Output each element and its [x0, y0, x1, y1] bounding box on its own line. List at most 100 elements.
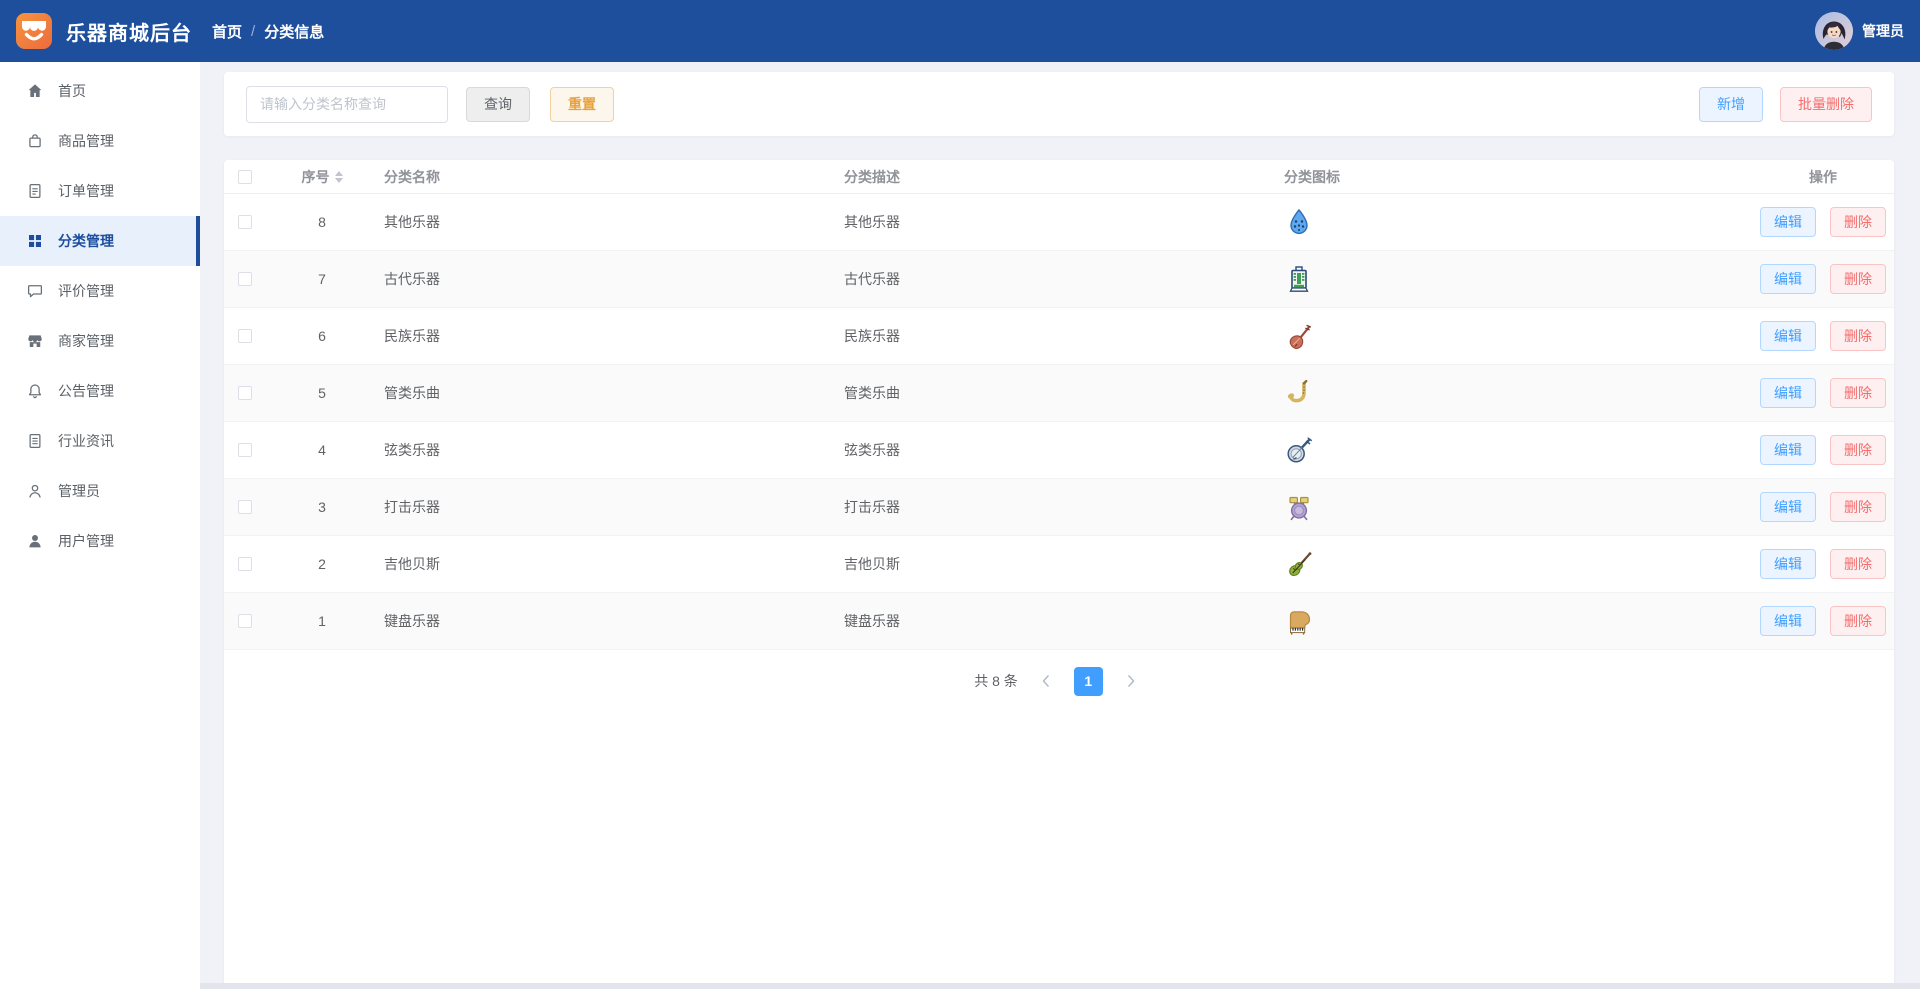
category-name: 其他乐器 [384, 214, 440, 230]
row-checkbox[interactable] [238, 443, 252, 457]
delete-button[interactable]: 删除 [1830, 492, 1886, 522]
sidebar-item-admin-person[interactable]: 管理员 [0, 466, 200, 516]
banjo-icon [1284, 435, 1314, 465]
row-checkbox[interactable] [238, 500, 252, 514]
next-page-icon[interactable] [1118, 668, 1144, 694]
user-menu[interactable]: 管理员 [1815, 12, 1920, 50]
sidebar-item-bell[interactable]: 公告管理 [0, 366, 200, 416]
sidebar-item-label: 分类管理 [58, 233, 114, 249]
category-name: 管类乐曲 [384, 385, 440, 401]
table-row: 6 民族乐器 民族乐器 编辑 删除 [224, 308, 1894, 365]
user-name: 管理员 [1862, 23, 1904, 39]
main-content: 查询 重置 新增 批量删除 序号 分类名称 分类描述 分类图标 操作 [200, 62, 1920, 989]
topbar: 乐器商城后台 首页 / 分类信息 管理员 [0, 0, 1920, 62]
query-button[interactable]: 查询 [466, 86, 530, 122]
ancient-instrument-icon [1284, 264, 1314, 294]
edit-button[interactable]: 编辑 [1760, 207, 1816, 237]
brand: 乐器商城后台 [0, 11, 200, 51]
sidebar-item-user-person[interactable]: 用户管理 [0, 516, 200, 566]
category-name: 弦类乐器 [384, 442, 440, 458]
sidebar-item-label: 商家管理 [58, 333, 114, 349]
delete-button[interactable]: 删除 [1830, 435, 1886, 465]
category-description: 民族乐器 [844, 328, 900, 344]
sidebar-item-grid[interactable]: 分类管理 [0, 216, 200, 266]
batch-delete-button[interactable]: 批量删除 [1780, 86, 1872, 122]
edit-button[interactable]: 编辑 [1760, 378, 1816, 408]
column-header-name: 分类名称 [384, 168, 440, 185]
category-description: 弦类乐器 [844, 442, 900, 458]
column-label: 序号 [301, 168, 330, 185]
delete-button[interactable]: 删除 [1830, 207, 1886, 237]
drum-kit-icon [1284, 492, 1314, 522]
sort-icon[interactable] [334, 170, 343, 183]
breadcrumb: 首页 / 分类信息 [212, 21, 324, 42]
pipa-icon [1284, 321, 1314, 351]
search-input[interactable] [246, 85, 448, 123]
sidebar-item-store[interactable]: 商家管理 [0, 316, 200, 366]
sidebar-item-label: 管理员 [58, 483, 100, 499]
edit-button[interactable]: 编辑 [1760, 264, 1816, 294]
order-doc-icon [26, 182, 44, 200]
delete-button[interactable]: 删除 [1830, 378, 1886, 408]
row-checkbox[interactable] [238, 557, 252, 571]
breadcrumb-home-link[interactable]: 首页 [212, 21, 242, 42]
horizontal-scrollbar[interactable] [200, 983, 1920, 989]
row-id: 5 [318, 385, 326, 401]
row-id: 6 [318, 328, 326, 344]
table-row: 2 吉他贝斯 吉他贝斯 编辑 删除 [224, 536, 1894, 593]
column-header-id[interactable]: 序号 [272, 167, 372, 187]
category-description: 其他乐器 [844, 214, 900, 230]
edit-button[interactable]: 编辑 [1760, 435, 1816, 465]
row-id: 3 [318, 499, 326, 515]
row-checkbox[interactable] [238, 329, 252, 343]
delete-button[interactable]: 删除 [1830, 606, 1886, 636]
violin-icon [1284, 549, 1314, 579]
delete-button[interactable]: 删除 [1830, 549, 1886, 579]
comment-icon [26, 282, 44, 300]
breadcrumb-separator: / [251, 22, 256, 40]
storefront-logo-icon [14, 11, 54, 51]
shopping-bag-icon [26, 132, 44, 150]
prev-page-icon[interactable] [1033, 668, 1059, 694]
edit-button[interactable]: 编辑 [1760, 606, 1816, 636]
sidebar-item-label: 评价管理 [58, 283, 114, 299]
sidebar-item-label: 首页 [58, 83, 86, 99]
sidebar-item-comment[interactable]: 评价管理 [0, 266, 200, 316]
saxophone-icon [1284, 378, 1314, 408]
avatar[interactable] [1815, 12, 1853, 50]
delete-button[interactable]: 删除 [1830, 264, 1886, 294]
edit-button[interactable]: 编辑 [1760, 492, 1816, 522]
table-row: 7 古代乐器 古代乐器 编辑 删除 [224, 251, 1894, 308]
add-button[interactable]: 新增 [1699, 86, 1763, 122]
home-icon [26, 82, 44, 100]
delete-button[interactable]: 删除 [1830, 321, 1886, 351]
row-checkbox[interactable] [238, 272, 252, 286]
page-number-button[interactable]: 1 [1073, 666, 1103, 696]
sidebar-item-home[interactable]: 首页 [0, 66, 200, 116]
news-doc-icon [26, 432, 44, 450]
sidebar-item-label: 用户管理 [58, 533, 114, 549]
reset-button[interactable]: 重置 [550, 86, 614, 122]
select-all-checkbox[interactable] [238, 169, 252, 184]
column-header-desc: 分类描述 [844, 168, 900, 185]
sidebar-item-shopping-bag[interactable]: 商品管理 [0, 116, 200, 166]
sidebar-item-label: 订单管理 [58, 183, 114, 199]
row-checkbox[interactable] [238, 386, 252, 400]
category-name: 打击乐器 [384, 499, 440, 515]
sidebar-item-label: 商品管理 [58, 133, 114, 149]
row-id: 1 [318, 613, 326, 629]
pagination-total: 共 8 条 [974, 673, 1018, 689]
category-description: 古代乐器 [844, 271, 900, 287]
column-header-ops: 操作 [1809, 168, 1837, 185]
sidebar-item-news-doc[interactable]: 行业资讯 [0, 416, 200, 466]
sidebar-item-order-doc[interactable]: 订单管理 [0, 166, 200, 216]
sidebar: 首页 商品管理 订单管理 分类管理 评价管理 商家管理 公告管理 行业资讯 管理… [0, 62, 200, 989]
breadcrumb-current: 分类信息 [264, 23, 325, 41]
bell-icon [26, 382, 44, 400]
edit-button[interactable]: 编辑 [1760, 321, 1816, 351]
row-checkbox[interactable] [238, 215, 252, 229]
row-checkbox[interactable] [238, 614, 252, 628]
edit-button[interactable]: 编辑 [1760, 549, 1816, 579]
category-description: 键盘乐器 [844, 613, 900, 629]
app-title: 乐器商城后台 [66, 22, 192, 45]
